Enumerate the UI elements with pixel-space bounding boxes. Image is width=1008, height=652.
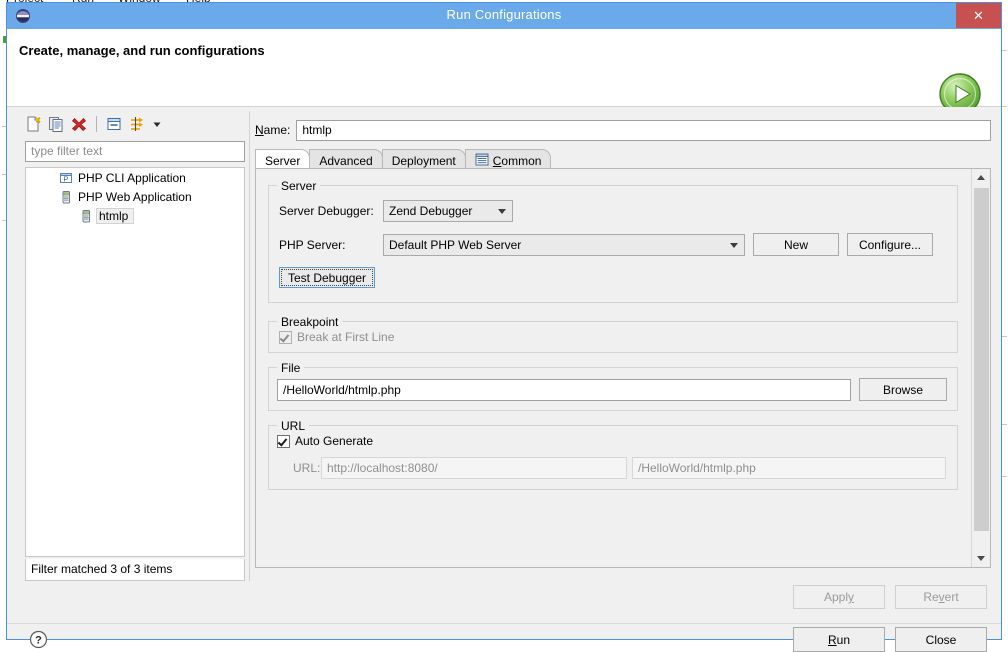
toolbar-separator bbox=[96, 116, 97, 132]
name-input[interactable]: htmlp bbox=[296, 120, 991, 141]
tab-deployment[interactable]: Deployment bbox=[382, 149, 466, 169]
php-web-application-icon bbox=[78, 208, 94, 224]
tree-item-htmlp[interactable]: htmlp bbox=[26, 206, 244, 225]
dialog-action-buttons: Run Close bbox=[793, 627, 987, 652]
toolbar-dropdown-icon[interactable] bbox=[150, 114, 164, 134]
configuration-tabs: Server Advanced Deployment bbox=[255, 147, 991, 169]
common-tab-icon bbox=[475, 153, 489, 169]
chevron-down-icon bbox=[730, 243, 738, 248]
server-debugger-value: Zend Debugger bbox=[389, 204, 472, 218]
tree-item-label: PHP Web Application bbox=[78, 190, 192, 204]
launch-configuration-tree[interactable]: P PHP CLI Application bbox=[25, 167, 245, 557]
url-base-input[interactable]: http://localhost:8080/ bbox=[321, 457, 627, 479]
tree-item-label: htmlp bbox=[96, 208, 134, 224]
apply-revert-row: Apply Revert bbox=[793, 585, 987, 609]
new-configuration-icon[interactable] bbox=[23, 114, 43, 134]
tab-label: Deployment bbox=[392, 154, 456, 168]
file-group: File /HelloWorld/htmlp.php Browse bbox=[268, 367, 958, 411]
svg-text:P: P bbox=[64, 176, 69, 183]
apply-button[interactable]: Apply bbox=[793, 585, 885, 609]
run-button[interactable]: Run bbox=[793, 627, 885, 652]
pane-divider[interactable] bbox=[249, 111, 250, 581]
tree-item-label: PHP CLI Application bbox=[78, 171, 186, 185]
svg-text:?: ? bbox=[35, 635, 42, 647]
url-label: URL: bbox=[277, 461, 321, 475]
name-label: Name: bbox=[255, 123, 290, 137]
name-row: Name: htmlp bbox=[255, 119, 991, 141]
browse-file-button[interactable]: Browse bbox=[859, 378, 947, 401]
dialog-title-bar: Run Configurations ✕ bbox=[7, 3, 1001, 29]
auto-generate-row[interactable]: Auto Generate bbox=[277, 434, 947, 448]
server-group: Server Server Debugger: Zend Debugger PH… bbox=[268, 185, 958, 303]
revert-button[interactable]: Revert bbox=[895, 585, 987, 609]
file-path-input[interactable]: /HelloWorld/htmlp.php bbox=[277, 379, 851, 401]
file-group-title: File bbox=[277, 361, 304, 375]
run-configurations-dialog: Run Configurations ✕ Create, manage, and… bbox=[6, 2, 1002, 640]
break-at-first-line-label: Break at First Line bbox=[297, 330, 394, 344]
auto-generate-label: Auto Generate bbox=[295, 434, 373, 448]
close-icon[interactable]: ✕ bbox=[956, 3, 1001, 28]
php-server-select[interactable]: Default PHP Web Server bbox=[383, 234, 745, 256]
break-at-first-line-checkbox[interactable] bbox=[279, 331, 292, 344]
launch-config-toolbar bbox=[19, 111, 247, 137]
server-group-title: Server bbox=[277, 179, 320, 193]
tree-item-php-web-application[interactable]: PHP Web Application bbox=[26, 187, 244, 206]
dialog-body: type filter text P PHP CLI Application bbox=[7, 107, 1001, 639]
delete-configuration-icon[interactable] bbox=[69, 114, 89, 134]
scroll-down-icon[interactable] bbox=[972, 550, 990, 567]
page-title: Create, manage, and run configurations bbox=[19, 43, 265, 58]
php-server-label: PHP Server: bbox=[279, 238, 383, 252]
dialog-header-banner: Create, manage, and run configurations bbox=[7, 29, 1001, 107]
tree-item-php-cli-application[interactable]: P PHP CLI Application bbox=[26, 168, 244, 187]
url-path-input[interactable]: /HelloWorld/htmlp.php bbox=[632, 457, 946, 479]
help-question-icon[interactable]: ? bbox=[29, 630, 48, 649]
new-server-button[interactable]: New bbox=[753, 233, 839, 256]
test-debugger-button[interactable]: Test Debugger bbox=[279, 267, 375, 288]
tab-label: Server bbox=[265, 154, 300, 168]
break-at-first-line-row[interactable]: Break at First Line bbox=[279, 330, 947, 344]
tab-panel-scrollbar[interactable] bbox=[971, 169, 990, 567]
tab-advanced[interactable]: Advanced bbox=[309, 149, 382, 169]
url-group: URL Auto Generate URL: http://localhost:… bbox=[268, 425, 958, 490]
php-server-value: Default PHP Web Server bbox=[389, 238, 521, 252]
tab-server[interactable]: Server bbox=[255, 149, 310, 169]
breakpoint-group: Breakpoint Break at First Line bbox=[268, 321, 958, 353]
duplicate-configuration-icon[interactable] bbox=[46, 114, 66, 134]
server-tab-panel: Server Server Debugger: Zend Debugger PH… bbox=[255, 168, 991, 568]
filter-status-text: Filter matched 3 of 3 items bbox=[25, 559, 245, 581]
launch-configurations-pane: type filter text P PHP CLI Application bbox=[19, 111, 247, 581]
close-button[interactable]: Close bbox=[895, 627, 987, 652]
footer-separator bbox=[7, 623, 1001, 624]
scroll-up-icon[interactable] bbox=[972, 169, 990, 186]
tab-common[interactable]: Common bbox=[465, 149, 552, 169]
breakpoint-group-title: Breakpoint bbox=[277, 315, 342, 329]
filter-launch-configurations-icon[interactable] bbox=[127, 114, 147, 134]
collapse-all-icon[interactable] bbox=[104, 114, 124, 134]
php-web-application-icon bbox=[58, 189, 74, 205]
php-cli-application-icon: P bbox=[58, 170, 74, 186]
chevron-down-icon bbox=[498, 209, 506, 214]
configure-server-button[interactable]: Configure... bbox=[847, 233, 933, 256]
tab-label: Common bbox=[493, 154, 542, 168]
server-debugger-label: Server Debugger: bbox=[279, 204, 383, 218]
dialog-title: Run Configurations bbox=[7, 7, 1001, 22]
scrollbar-thumb[interactable] bbox=[974, 188, 989, 531]
configuration-editor-pane: Name: htmlp Server Advanced Deployment bbox=[255, 111, 991, 581]
search-input[interactable]: type filter text bbox=[25, 141, 245, 162]
auto-generate-checkbox[interactable] bbox=[277, 435, 290, 448]
server-debugger-select[interactable]: Zend Debugger bbox=[383, 200, 513, 222]
url-group-title: URL bbox=[277, 419, 309, 433]
tab-label: Advanced bbox=[319, 154, 372, 168]
